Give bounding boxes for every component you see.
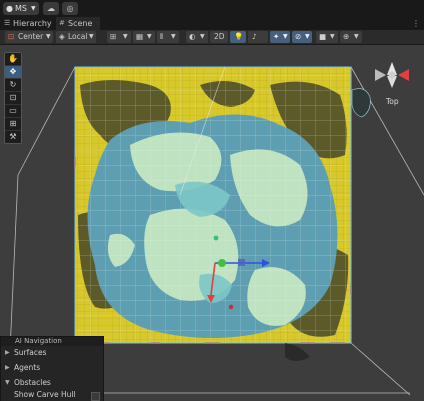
show-carve-hull-option[interactable]: Show Carve Hull — [1, 389, 101, 401]
local-icon: ◈ — [59, 32, 65, 41]
ai-nav-item-agents[interactable]: ▶ Agents — [1, 362, 101, 374]
top-bar: ● MS ▼ ☁ ◎ — [0, 0, 424, 17]
more-options-icon[interactable]: ⋮ — [412, 17, 420, 30]
camera-icon: ■ — [319, 32, 327, 41]
gizmos-button[interactable]: ⊕ ▼ — [340, 31, 362, 43]
ai-nav-item-obstacles[interactable]: ▼ Obstacles — [1, 377, 101, 389]
account-dropdown[interactable]: ● MS ▼ — [3, 2, 39, 15]
effects-toggle[interactable]: ✦ ▼ — [270, 31, 290, 43]
pivot-rotation-label: Local — [68, 32, 88, 41]
audio-icon: ♪ — [252, 32, 257, 41]
tools-overlay: ✋ ✥ ↻ ⊡ ▭ ⊞ ⚒ — [4, 52, 22, 144]
checkbox[interactable] — [91, 392, 100, 401]
chevron-right-icon: ▶ — [5, 349, 10, 356]
ai-navigation-overlay: AI Navigation ▶ Surfaces ▶ Agents ▼ Obst… — [0, 336, 104, 401]
account-label: MS — [15, 4, 27, 13]
rock-object — [351, 88, 371, 118]
effects-icon: ✦ — [273, 32, 280, 41]
history-icon: ◎ — [66, 4, 74, 13]
chevron-down-icon: ▼ — [89, 33, 94, 40]
chevron-down-icon: ▼ — [46, 33, 51, 40]
audio-toggle[interactable]: ♪ — [248, 31, 268, 43]
transform-tool-icon[interactable]: ⊞ — [5, 118, 21, 131]
cloud-icon: ☁ — [47, 4, 55, 13]
view-label: Top — [386, 97, 399, 106]
toggle-2d-label: 2D — [214, 32, 225, 41]
draw-mode-button[interactable]: ◐ ▼ — [186, 31, 208, 43]
chevron-down-icon: ▼ — [354, 33, 359, 40]
pivot-rotation-dropdown[interactable]: ◈ Local ▼ — [56, 31, 96, 43]
scale-tool-icon[interactable]: ⊡ — [5, 92, 21, 105]
grid-icon: ▦ — [136, 32, 144, 41]
increment-snap-button[interactable]: ⦀ ▼ — [157, 31, 179, 43]
scene-camera-button[interactable]: ■ ▼ — [316, 31, 338, 43]
object-marker — [228, 304, 234, 310]
debris-object — [285, 343, 310, 361]
chevron-down-icon: ▼ — [330, 33, 335, 40]
chevron-down-icon: ▼ — [31, 5, 36, 12]
chevron-right-icon: ▶ — [5, 364, 10, 371]
snap-increment-icon: ⦀ — [160, 32, 164, 41]
pivot-mode-label: Center — [18, 32, 44, 41]
option-label: Show Carve Hull — [14, 390, 76, 399]
gizmos-icon: ⊕ — [343, 32, 350, 41]
ai-nav-item-surfaces[interactable]: ▶ Surfaces — [1, 347, 101, 359]
shading-icon: ◐ — [189, 32, 196, 41]
light-bulb-icon: 💡 — [234, 32, 244, 41]
pivot-icon: ⊡ — [8, 32, 15, 41]
cloud-button[interactable]: ☁ — [43, 2, 59, 15]
overlay-title: AI Navigation — [1, 337, 103, 346]
chevron-down-icon: ▼ — [5, 379, 10, 386]
eye-slash-icon: ⊘ — [295, 32, 302, 41]
tab-label: Hierarchy — [13, 19, 52, 28]
tab-hierarchy[interactable]: ☰ Hierarchy — [2, 17, 54, 30]
object-marker — [213, 235, 219, 241]
grid-snap-button[interactable]: ⊞ ▼ — [107, 31, 131, 43]
grid-visibility-button[interactable]: ▦ ▼ — [133, 31, 155, 43]
account-icon: ● — [6, 4, 13, 13]
chevron-down-icon: ▼ — [147, 33, 152, 40]
history-button[interactable]: ◎ — [62, 2, 78, 15]
toggle-2d-button[interactable]: 2D — [210, 31, 228, 43]
ai-nav-label: Surfaces — [14, 348, 47, 357]
hidden-objects-toggle[interactable]: ⊘ ▼ — [292, 31, 312, 43]
scene-viewport[interactable]: ✋ ✥ ↻ ⊡ ▭ ⊞ ⚒ Top AI Navigation ▶ Surfac… — [0, 45, 424, 401]
hierarchy-icon: ☰ — [4, 19, 11, 27]
custom-tool-icon[interactable]: ⚒ — [5, 131, 21, 143]
chevron-down-icon: ▼ — [305, 33, 310, 40]
tab-label: Scene — [68, 19, 93, 28]
hand-tool-icon[interactable]: ✋ — [5, 53, 21, 66]
move-tool-icon[interactable]: ✥ — [5, 66, 21, 79]
ai-nav-label: Obstacles — [14, 378, 51, 387]
scene-icon: # — [59, 19, 65, 27]
rect-tool-icon[interactable]: ▭ — [5, 105, 21, 118]
tab-row: ☰ Hierarchy # Scene ⋮ — [0, 17, 424, 30]
chevron-down-icon: ▼ — [283, 33, 288, 40]
ai-nav-label: Agents — [14, 363, 41, 372]
grid-snap-icon: ⊞ — [110, 32, 117, 41]
scene-toolbar: ⊡ Center ▼ ◈ Local ▼ ⊞ ▼ ▦ ▼ ⦀ ▼ ◐ ▼ 2D … — [0, 30, 424, 45]
rotate-tool-icon[interactable]: ↻ — [5, 79, 21, 92]
chevron-down-icon: ▼ — [123, 33, 128, 40]
lighting-toggle[interactable]: 💡 — [230, 31, 246, 43]
chevron-down-icon: ▼ — [200, 33, 205, 40]
pivot-mode-dropdown[interactable]: ⊡ Center ▼ — [5, 31, 53, 43]
chevron-down-icon: ▼ — [171, 33, 176, 40]
tab-scene[interactable]: # Scene — [56, 17, 100, 30]
orientation-gizmo[interactable]: Top — [372, 59, 422, 109]
